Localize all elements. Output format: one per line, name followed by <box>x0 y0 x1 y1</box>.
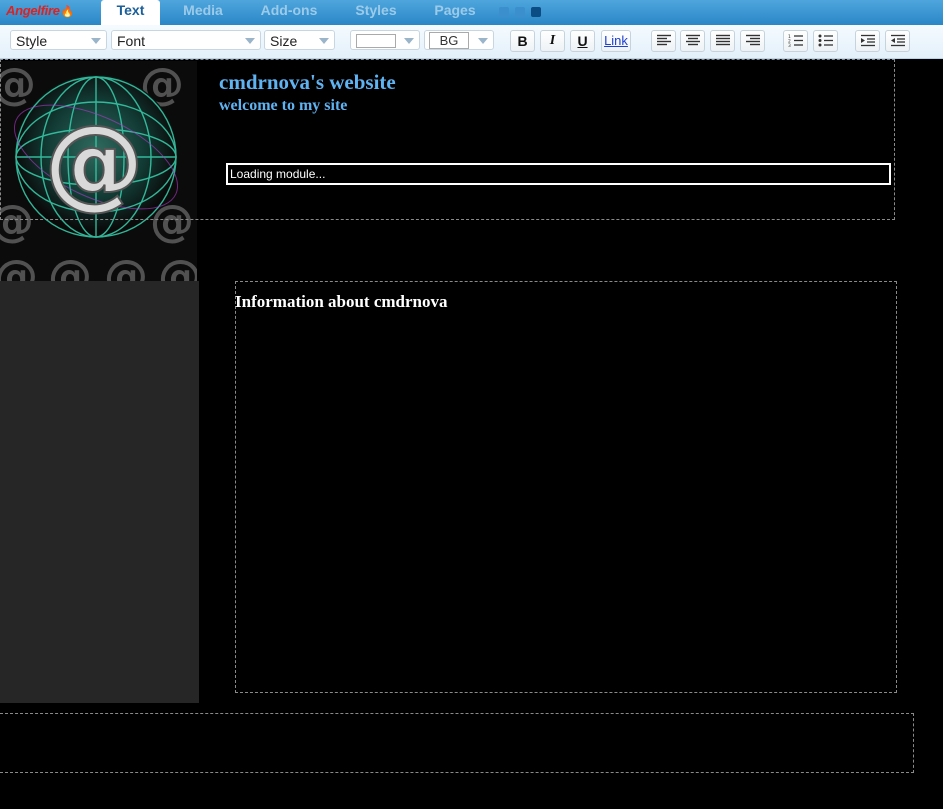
svg-text:@: @ <box>104 251 148 281</box>
chevron-down-icon <box>478 38 488 44</box>
bg-color-picker[interactable]: BG <box>424 30 494 50</box>
align-left-icon <box>656 34 671 46</box>
tab-text[interactable]: Text <box>101 0 160 25</box>
outdent-icon <box>890 34 905 47</box>
bold-button[interactable]: B <box>510 30 535 52</box>
underline-button[interactable]: U <box>570 30 595 52</box>
align-right-button[interactable] <box>740 30 765 52</box>
outdent-button[interactable] <box>885 30 910 52</box>
footer-module-frame[interactable] <box>0 713 914 773</box>
tab-add-ons[interactable]: Add-ons <box>253 0 325 25</box>
indent-button[interactable] <box>855 30 880 52</box>
align-center-button[interactable] <box>680 30 705 52</box>
align-center-icon <box>685 34 700 46</box>
align-left-button[interactable] <box>651 30 676 52</box>
indent-icon <box>860 34 875 47</box>
size-select-label: Size <box>270 33 298 49</box>
page-dot-2[interactable] <box>515 7 525 17</box>
flame-icon: 🔥 <box>60 6 75 18</box>
chevron-down-icon <box>91 38 101 44</box>
svg-text:3: 3 <box>788 43 791 47</box>
align-justify-icon <box>715 34 730 46</box>
text-color-picker[interactable] <box>350 30 420 50</box>
italic-button[interactable]: I <box>540 30 565 52</box>
page-dot-3[interactable] <box>531 7 541 17</box>
bullet-list-icon <box>818 34 833 47</box>
style-select[interactable]: Style <box>10 30 107 50</box>
chevron-down-icon <box>404 38 414 44</box>
info-module-frame[interactable] <box>235 281 897 693</box>
tab-styles[interactable]: Styles <box>347 0 405 25</box>
tab-pages[interactable]: Pages <box>427 0 483 25</box>
angelfire-logo[interactable]: Angelfire🔥 <box>6 3 74 18</box>
link-button[interactable]: Link <box>601 30 631 52</box>
page-dot-1[interactable] <box>499 7 509 17</box>
style-select-label: Style <box>16 33 48 49</box>
align-justify-button[interactable] <box>710 30 735 52</box>
svg-text:@: @ <box>48 251 92 281</box>
ordered-list-icon: 123 <box>788 34 803 49</box>
loading-module-box[interactable]: Loading module... <box>226 163 891 185</box>
site-title[interactable]: cmdrnova's website <box>219 70 396 95</box>
unordered-list-button[interactable] <box>813 30 838 52</box>
font-select[interactable]: Font <box>111 30 261 50</box>
font-select-label: Font <box>117 33 146 49</box>
align-right-icon <box>745 34 760 46</box>
chevron-down-icon <box>319 38 329 44</box>
bg-color-label: BG <box>429 32 469 49</box>
info-heading[interactable]: Information about cmdrnova <box>235 292 448 312</box>
header-module-frame[interactable] <box>0 59 895 220</box>
svg-text:@: @ <box>158 251 197 281</box>
site-subtitle[interactable]: welcome to my site <box>219 97 347 115</box>
editor-tab-bar: Angelfire🔥 Text Media Add-ons Styles Pag… <box>0 0 943 25</box>
color-swatch <box>356 34 396 48</box>
size-select[interactable]: Size <box>264 30 335 50</box>
chevron-down-icon <box>245 38 255 44</box>
format-toolbar: Style Font Size BG B I U Link 123 <box>0 25 943 59</box>
ordered-list-button[interactable]: 123 <box>783 30 808 52</box>
tab-media[interactable]: Media <box>173 0 233 25</box>
svg-text:@: @ <box>0 251 38 281</box>
left-sidebar[interactable] <box>0 281 199 703</box>
